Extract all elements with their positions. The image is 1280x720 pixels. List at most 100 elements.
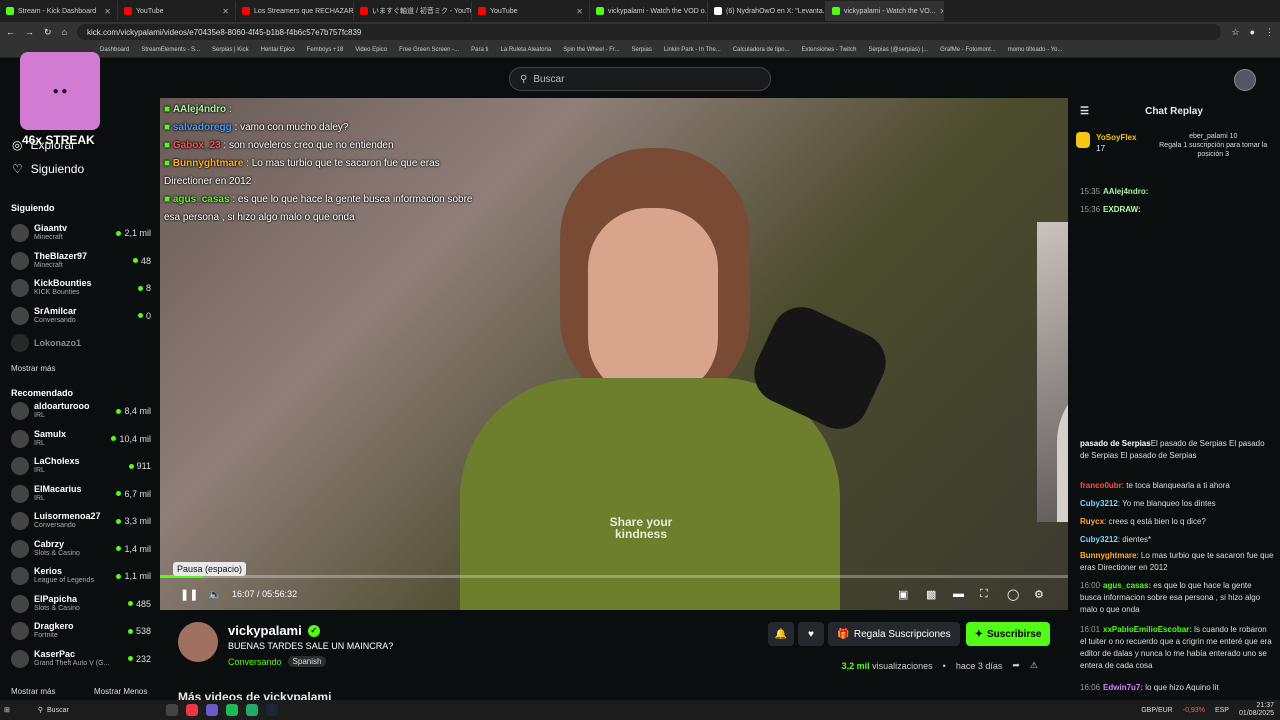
sidebar-channel[interactable]: Kerios League of Legends 1,1 mil	[11, 563, 151, 589]
chat-menu-icon[interactable]: ☰	[1080, 106, 1089, 117]
browser-tab[interactable]: YouTube ✕	[118, 1, 236, 21]
menu-icon[interactable]: ⋮	[1265, 27, 1274, 38]
chat-username[interactable]: Cuby3212	[1080, 499, 1118, 508]
taskbar-search[interactable]: ⚲ Buscar	[18, 706, 158, 715]
browser-tab[interactable]: Stream - Kick Dashboard ✕	[0, 1, 118, 21]
speed-icon[interactable]: ◯	[1007, 588, 1019, 601]
bookmark-item[interactable]: GrafMe - Fotomont...	[940, 47, 996, 53]
input-language[interactable]: ESP	[1215, 707, 1229, 714]
streak-label: 46x STREAK	[22, 133, 95, 147]
gift-prompt[interactable]: Regala 1 suscripción para tomar la posic…	[1150, 141, 1276, 159]
windows-icon[interactable]: ⊞	[4, 706, 10, 714]
chat-username[interactable]: Ruycx	[1080, 517, 1104, 526]
browser-tab[interactable]: YouTube ✕	[472, 1, 590, 21]
notifications-button[interactable]: 🔔	[768, 622, 794, 646]
bookmark-item[interactable]: StreamElements - S...	[141, 47, 200, 53]
browser-tab[interactable]: vickypalami - Watch the VO... ✕	[826, 1, 944, 21]
url-field[interactable]: kick.com/vickypalami/videos/e70435e8-806…	[76, 24, 1222, 40]
chat-username[interactable]: agus_casas:	[1103, 581, 1151, 590]
bookmark-item[interactable]: Serpias | Kick	[212, 47, 249, 53]
sidebar-channel[interactable]: Lokonazo1	[11, 330, 151, 356]
search-input[interactable]: ⚲ Buscar	[509, 67, 771, 91]
close-icon[interactable]: ✕	[940, 7, 943, 16]
nav-following[interactable]: ♡ Siguiendo	[12, 162, 84, 176]
sidebar-channel[interactable]: KaserPac Grand Theft Auto V (G... 232	[11, 646, 151, 672]
browser-tab[interactable]: vickypalami - Watch the VOD o...✕	[590, 1, 708, 21]
bookmark-item[interactable]: La Ruleta Aleatoria	[500, 47, 551, 53]
profile-icon[interactable]: ●	[1250, 27, 1255, 37]
theater-icon[interactable]: ▬	[953, 588, 964, 600]
channel-name[interactable]: vickypalami ✓	[228, 623, 320, 638]
user-avatar[interactable]	[1234, 69, 1256, 91]
sidebar-channel[interactable]: LaCholexs IRL 911	[11, 453, 151, 479]
sidebar-channel[interactable]: TheBlazer97 Minecraft 48	[11, 248, 151, 274]
browser-tab[interactable]: (6) NydrahOwO en X: "Levanta...✕	[708, 1, 826, 21]
sidebar-channel[interactable]: SrAmilcar Conversando 0	[11, 303, 151, 329]
show-less-recommended[interactable]: Mostrar Menos	[94, 687, 147, 696]
browser-tab[interactable]: いますぐ軸道 / 初音ミク - YouTub...✕	[354, 1, 472, 21]
steam-icon[interactable]	[265, 704, 278, 716]
chat-username[interactable]: xxPabloEmilioEscobar:	[1103, 625, 1192, 634]
spotify-icon[interactable]	[225, 704, 238, 716]
progress-bar[interactable]	[160, 575, 1068, 578]
chat-username[interactable]: franco0ubr	[1080, 481, 1122, 490]
bookmark-item[interactable]: Hentai Epico	[261, 47, 295, 53]
follow-button[interactable]: ♥	[798, 622, 824, 646]
subscribe-button[interactable]: ✦ Suscribirse	[966, 622, 1050, 646]
chat-username[interactable]: Cuby3212	[1080, 535, 1118, 544]
bookmark-item[interactable]: Free Green Screen -...	[399, 47, 459, 53]
category-link[interactable]: Conversando	[228, 657, 282, 667]
bookmark-item[interactable]: Extensiones - Twitch	[802, 47, 857, 53]
bookmark-item[interactable]: Spin the Wheel - Fr...	[563, 47, 619, 53]
sidebar-channel[interactable]: Luisormenoa27 Conversando 3,3 mil	[11, 508, 151, 534]
bookmark-item[interactable]: Video Epico	[355, 47, 387, 53]
chat-username[interactable]: Bunnyghtmare	[1080, 551, 1136, 560]
clip-icon[interactable]: ▩	[926, 588, 936, 601]
bookmark-item[interactable]: Serpias	[632, 47, 652, 53]
reload-icon[interactable]: ↻	[44, 27, 52, 38]
fullscreen-icon[interactable]: ⛶	[980, 588, 988, 601]
video-player[interactable]: Share your kindness ■ AAlej4ndro : ■ salv…	[160, 98, 1068, 610]
close-icon[interactable]: ✕	[576, 7, 583, 16]
home-icon[interactable]: ⌂	[62, 27, 67, 37]
app-icon[interactable]	[205, 704, 218, 716]
chat-username[interactable]: AAlej4ndro:	[1103, 187, 1148, 196]
bookmark-item[interactable]: Femboys +18	[307, 47, 344, 53]
bookmark-item[interactable]: Linkin Park - In The...	[664, 47, 721, 53]
share-icon[interactable]: ➦	[1012, 660, 1020, 671]
sidebar-channel[interactable]: KickBounties KICK Bounties 8	[11, 275, 151, 301]
bookmark-item[interactable]: Para ti	[471, 47, 488, 53]
channel-avatar[interactable]	[178, 622, 218, 662]
browser-tab[interactable]: Los Streamers que RECHAZAR...✕	[236, 1, 354, 21]
task-view-icon[interactable]	[165, 704, 178, 716]
app2-icon[interactable]	[245, 704, 258, 716]
pause-icon[interactable]: ❚❚	[180, 588, 198, 601]
bookmark-item[interactable]: Dashboard	[100, 47, 129, 53]
chat-username[interactable]: pasado de Serpias	[1080, 439, 1151, 448]
sidebar-channel[interactable]: ElPapicha Slots & Casino 485	[11, 591, 151, 617]
forward-icon[interactable]: →	[25, 27, 34, 37]
bookmark-item[interactable]: Calculadora de tipo...	[733, 47, 790, 53]
sidebar-channel[interactable]: ElMacarius IRL 6,7 mil	[11, 481, 151, 507]
chrome-icon[interactable]	[185, 704, 198, 716]
show-more-recommended[interactable]: Mostrar más	[11, 687, 55, 696]
gift-subs-button[interactable]: 🎁 Regala Suscripciones	[828, 622, 960, 646]
star-icon[interactable]: ☆	[1231, 27, 1239, 38]
close-icon[interactable]: ✕	[222, 7, 229, 16]
volume-icon[interactable]: 🔈	[208, 588, 222, 601]
report-icon[interactable]: ⚠	[1030, 660, 1038, 671]
chat-username[interactable]: EXDRAW:	[1103, 205, 1141, 214]
bookmark-item[interactable]: Serpias (@serpias) |...	[868, 47, 928, 53]
sidebar-channel[interactable]: Dragkero Fortnite 538	[11, 618, 151, 644]
back-icon[interactable]: ←	[6, 27, 15, 37]
sidebar-channel[interactable]: Samulx IRL 10,4 mil	[11, 426, 151, 452]
close-icon[interactable]: ✕	[104, 7, 111, 16]
show-more-following[interactable]: Mostrar más	[11, 364, 55, 373]
sidebar-channel[interactable]: Cabrzy Slots & Casino 1,4 mil	[11, 536, 151, 562]
bookmark-item[interactable]: momo tilteado - Yo...	[1008, 47, 1063, 53]
sidebar-channel[interactable]: aldoarturooo IRL 8,4 mil	[11, 398, 151, 424]
chat-username[interactable]: Edwin7u7:	[1103, 683, 1143, 692]
miniplayer-icon[interactable]: ▣	[898, 588, 908, 601]
settings-icon[interactable]: ⚙	[1034, 588, 1044, 601]
sidebar-channel[interactable]: Giaantv Minecraft 2,1 mil	[11, 220, 151, 246]
